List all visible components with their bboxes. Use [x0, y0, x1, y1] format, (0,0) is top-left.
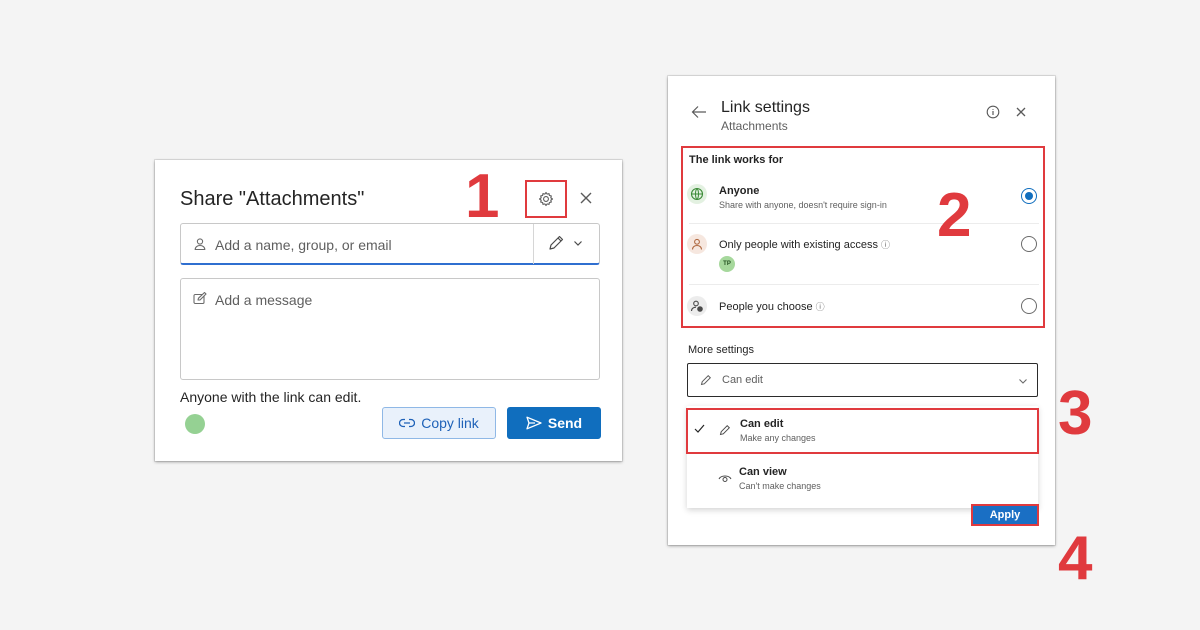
- person-icon: [687, 234, 707, 254]
- radio-unselected[interactable]: [1021, 236, 1037, 252]
- message-input[interactable]: Add a message: [180, 278, 600, 380]
- menu-item-can-edit[interactable]: Can edit Make any changes: [686, 408, 1039, 454]
- menu-item-can-view[interactable]: Can view Can't make changes: [687, 458, 1038, 504]
- permission-dropdown[interactable]: Can edit: [687, 363, 1038, 397]
- option-label: Only people with existing access ⓘ: [719, 238, 890, 251]
- option-label-text: People you choose: [719, 301, 813, 313]
- option-existing-access[interactable]: Only people with existing access ⓘ TP: [683, 232, 1043, 284]
- link-settings-title: Link settings: [721, 99, 810, 116]
- option-people-you-choose[interactable]: People you choose ⓘ: [683, 292, 1043, 324]
- menu-item-sublabel: Can't make changes: [739, 481, 821, 491]
- option-sublabel: Share with anyone, doesn't require sign-…: [719, 200, 887, 210]
- link-icon: [399, 418, 416, 428]
- link-settings-subtitle: Attachments: [721, 119, 788, 133]
- pencil-icon: [700, 374, 712, 386]
- option-label-text: Only people with existing access: [719, 239, 878, 251]
- menu-item-label: Can view: [739, 466, 787, 478]
- option-anyone[interactable]: Anyone Share with anyone, doesn't requir…: [683, 182, 1043, 222]
- close-icon: [580, 192, 592, 204]
- divider: [689, 284, 1039, 285]
- link-settings-panel: Link settings Attachments The link works…: [668, 76, 1055, 545]
- link-settings-button[interactable]: [525, 180, 567, 218]
- step-number-2: 2: [937, 181, 972, 250]
- step-number-4: 4: [1058, 524, 1093, 593]
- close-button[interactable]: [575, 187, 597, 209]
- message-placeholder: Add a message: [215, 292, 313, 308]
- recipient-placeholder: Add a name, group, or email: [215, 237, 392, 253]
- send-label: Send: [547, 415, 583, 431]
- info-icon: ⓘ: [815, 302, 825, 312]
- send-icon: [526, 416, 542, 430]
- gear-icon: [538, 191, 554, 207]
- chevron-down-icon: [574, 241, 582, 246]
- chevron-down-icon: [1019, 379, 1027, 384]
- share-dialog-title: Share "Attachments": [180, 188, 365, 210]
- option-label: Anyone: [719, 185, 760, 197]
- people-icon: [687, 296, 707, 316]
- radio-selected[interactable]: [1021, 188, 1037, 204]
- link-works-for-section: The link works for Anyone Share with any…: [681, 146, 1045, 328]
- radio-unselected[interactable]: [1021, 298, 1037, 314]
- apply-button[interactable]: Apply: [971, 504, 1039, 526]
- share-dialog: Share "Attachments" Add a name, group, o…: [155, 160, 622, 461]
- avatar: TP: [719, 256, 735, 272]
- back-arrow-icon[interactable]: [691, 105, 707, 119]
- pencil-icon: [719, 424, 731, 436]
- divider: [689, 223, 1039, 224]
- compose-icon: [193, 292, 207, 305]
- copy-link-button[interactable]: Copy link: [382, 407, 496, 439]
- avatar: [185, 414, 205, 434]
- option-label: People you choose ⓘ: [719, 300, 825, 313]
- info-icon: ⓘ: [881, 240, 891, 250]
- link-status-text[interactable]: Anyone with the link can edit.: [180, 389, 361, 405]
- checkmark-icon: [694, 424, 705, 433]
- step-number-1: 1: [465, 162, 500, 231]
- menu-item-label: Can edit: [740, 418, 784, 430]
- recipient-input[interactable]: Add a name, group, or email: [180, 223, 600, 265]
- globe-icon: [687, 184, 707, 204]
- pencil-icon: [549, 235, 564, 250]
- info-icon[interactable]: [986, 105, 1000, 119]
- menu-item-sublabel: Make any changes: [740, 433, 816, 443]
- send-button[interactable]: Send: [507, 407, 601, 439]
- permission-value: Can edit: [722, 374, 763, 386]
- person-icon: [194, 238, 206, 251]
- permission-menu: Can edit Make any changes Can view Can't…: [686, 406, 1039, 508]
- copy-link-label: Copy link: [421, 415, 479, 431]
- more-settings-label: More settings: [688, 344, 755, 356]
- works-for-label: The link works for: [689, 154, 784, 166]
- permission-dropdown[interactable]: [547, 234, 583, 252]
- step-number-3: 3: [1058, 379, 1093, 448]
- divider: [533, 224, 534, 264]
- close-icon[interactable]: [1014, 105, 1028, 119]
- eye-icon: [718, 475, 732, 482]
